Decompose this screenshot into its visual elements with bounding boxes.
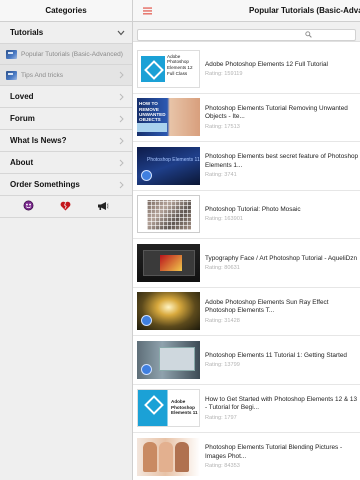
sidebar-item-about[interactable]: About [0,152,132,174]
video-thumbnail: Adobe Photoshop Elements 11 [137,389,200,428]
item-rating: Rating: 1797 [205,414,237,421]
item-title: Photoshop Tutorial: Photo Mosaic [205,206,301,214]
item-rating: Rating: 84353 [205,463,240,470]
item-title: How to Get Started with Photoshop Elemen… [205,395,358,412]
list-item[interactable]: Photoshop Elements Tutorial Blending Pic… [133,433,360,480]
top-bar: Popular Tutorials (Basic-Advanced) [133,0,360,22]
item-title: Photoshop Elements best secret feature o… [205,153,359,169]
list-item[interactable]: Adobe Photoshop Elements Sun Ray Effect … [133,287,360,336]
list-item[interactable]: Photoshop Elements 11 Photoshop Elements… [133,142,360,191]
search-input[interactable] [137,28,356,41]
channel-badge-icon [141,169,152,181]
sidebar-item-tutorials[interactable]: Tutorials [0,22,132,44]
photoshop-elements-logo-icon [141,55,165,82]
chevron-right-icon [116,136,126,146]
item-title: Typography Face / Art Photoshop Tutorial… [205,254,358,262]
item-rating: Rating: 31428 [205,317,240,324]
video-thumbnail-icon [6,49,17,59]
tutorial-list: Adobe Photoshop Elements 12 Full Class A… [133,45,360,480]
categories-panel: Categories Tutorials Popular Tutorials (… [0,0,133,480]
video-thumbnail: HOW TO REMOVE UNWANTED OBJECTS [137,98,200,137]
broken-heart-icon[interactable] [60,198,71,216]
page-title: Popular Tutorials (Basic-Advanced) [249,6,360,15]
list-item[interactable]: Photoshop Tutorial: Photo Mosaic Rating:… [133,190,360,239]
item-title: Photoshop Elements 11 Tutorial 1: Gettin… [205,351,347,359]
list-item[interactable]: Typography Face / Art Photoshop Tutorial… [133,239,360,288]
thumbnail-caption: Photoshop Elements 11 [147,156,200,163]
item-title: Photoshop Elements Tutorial Removing Unw… [205,104,348,121]
chevron-right-icon [116,180,126,190]
sidebar-item-label: Loved [10,92,34,101]
photoshop-elements-logo-icon [144,395,164,416]
video-thumbnail [137,243,200,282]
sidebar-item-order[interactable]: Order Somethings [0,174,132,196]
video-thumbnail [137,437,200,476]
sidebar-item-forum[interactable]: Forum [0,108,132,130]
video-thumbnail [137,195,200,234]
list-item[interactable]: Photoshop Elements 11 Tutorial 1: Gettin… [133,336,360,385]
menu-button[interactable] [133,0,161,21]
sidebar-subitem-label: Popular Tutorials (Basic-Advanced) [21,50,123,58]
categories-title: Categories [45,6,87,15]
item-title: Photoshop Elements Tutorial Blending Pic… [205,444,343,460]
list-item[interactable]: Adobe Photoshop Elements 12 Full Class A… [133,45,360,94]
video-thumbnail: Adobe Photoshop Elements 12 Full Class [137,49,200,88]
megaphone-icon[interactable] [97,198,109,216]
channel-badge-icon [141,363,152,375]
search-bar [133,22,360,42]
list-item[interactable]: HOW TO REMOVE UNWANTED OBJECTS Photoshop… [133,93,360,142]
thumbnail-caption: HOW TO REMOVE UNWANTED OBJECTS [139,101,166,123]
chevron-right-icon [116,158,126,168]
sidebar-item-label: What Is News? [10,136,67,145]
thumbnail-caption: Adobe Photoshop Elements 12 Full Class [167,53,193,76]
content-panel: Popular Tutorials (Basic-Advanced) Adobe… [133,0,360,480]
sidebar-action-icons [0,196,132,218]
sidebar-item-label: Forum [10,114,35,123]
thumbnail-caption: Adobe Photoshop Elements 11 [171,399,198,416]
sidebar-subitem-label: Tips And tricks [21,71,64,79]
chevron-right-icon [116,70,126,80]
smiley-icon[interactable] [23,198,34,216]
sidebar-item-news[interactable]: What Is News? [0,130,132,152]
video-thumbnail [137,292,200,331]
item-rating: Rating: 80631 [205,264,240,271]
video-thumbnail: Photoshop Elements 11 [137,146,200,185]
hamburger-icon [142,7,152,14]
search-icon [305,25,312,43]
sidebar-subitem-popular[interactable]: Popular Tutorials (Basic-Advanced) [0,44,132,65]
channel-badge-icon [141,315,152,327]
sidebar-item-label: About [10,158,34,167]
video-thumbnail [137,340,200,379]
item-rating: Rating: 3741 [205,172,237,179]
list-item[interactable]: Adobe Photoshop Elements 11 How to Get S… [133,384,360,433]
item-rating: Rating: 163901 [205,216,243,223]
item-title: Adobe Photoshop Elements 12 Full Tutoria… [205,60,328,68]
chevron-right-icon [116,114,126,124]
item-rating: Rating: 13799 [205,361,240,368]
item-rating: Rating: 17513 [205,123,240,130]
video-thumbnail-icon [6,70,17,80]
chevron-down-icon [116,28,126,38]
chevron-right-icon [116,92,126,102]
sidebar-item-loved[interactable]: Loved [0,86,132,108]
categories-header: Categories [0,0,132,22]
item-title: Adobe Photoshop Elements Sun Ray Effect … [205,298,329,315]
sidebar-subitem-tips[interactable]: Tips And tricks [0,65,132,86]
sidebar-item-label: Tutorials [10,28,44,37]
item-rating: Rating: 159119 [205,70,243,77]
sidebar-item-label: Order Somethings [10,180,80,189]
